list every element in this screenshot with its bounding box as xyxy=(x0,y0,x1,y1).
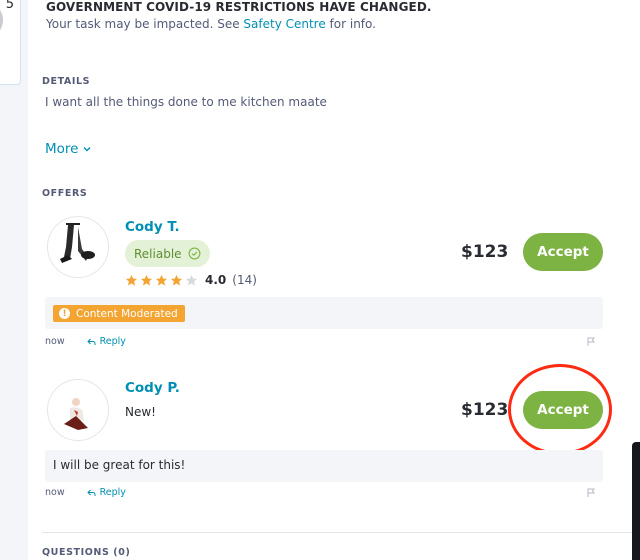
content-moderated-label: Content Moderated xyxy=(76,307,178,320)
questions-label: QUESTIONS (0) xyxy=(42,547,131,558)
covid-notice-text-after: for info. xyxy=(325,17,376,31)
chevron-down-icon xyxy=(83,147,91,152)
offers-label: OFFERS xyxy=(42,188,88,199)
offer-price: $123 xyxy=(461,242,509,262)
highlight-annotation xyxy=(508,364,612,455)
star-icon xyxy=(155,274,168,286)
new-tasker-label: New! xyxy=(125,405,156,419)
offer-comment-text: I will be great for this! xyxy=(53,458,186,472)
safety-centre-link[interactable]: Safety Centre xyxy=(243,17,325,31)
check-circle-icon xyxy=(188,247,200,260)
reply-label: Reply xyxy=(99,487,126,498)
offer-price: $123 xyxy=(461,400,509,420)
reply-button[interactable]: Reply xyxy=(86,336,126,347)
task-card-partial[interactable]: 5 xyxy=(0,0,21,85)
offer-comment: ! Content Moderated xyxy=(45,297,603,329)
star-icon xyxy=(185,274,198,286)
more-button[interactable]: More xyxy=(45,141,92,157)
avatar[interactable] xyxy=(47,379,109,441)
star-icon xyxy=(140,274,153,286)
rating: 4.0 (14) xyxy=(125,273,257,287)
divider xyxy=(42,532,640,533)
star-icon xyxy=(170,274,183,286)
star-icon xyxy=(125,274,138,286)
flag-icon[interactable] xyxy=(586,488,596,498)
offer-meta: now Reply xyxy=(45,336,126,347)
rating-count: (14) xyxy=(232,273,257,287)
reply-button[interactable]: Reply xyxy=(86,487,126,498)
task-detail-panel: GOVERNMENT COVID-19 RESTRICTIONS HAVE CH… xyxy=(28,0,640,560)
flag-icon[interactable] xyxy=(586,337,596,347)
offer-time: now xyxy=(45,487,65,498)
details-text: I want all the things done to me kitchen… xyxy=(45,95,327,109)
offer-comment: I will be great for this! xyxy=(45,450,603,482)
task-card-digit: 5 xyxy=(5,0,14,12)
details-label: DETAILS xyxy=(42,76,91,87)
reliable-badge-label: Reliable xyxy=(134,246,182,261)
accept-button[interactable]: Accept xyxy=(523,233,603,271)
reply-icon xyxy=(86,489,96,496)
avatar[interactable] xyxy=(47,216,109,278)
offer-meta: now Reply xyxy=(45,487,126,498)
task-card-avatar xyxy=(0,6,3,34)
offer-name-cody-t[interactable]: Cody T. xyxy=(125,219,180,235)
offer-time: now xyxy=(45,336,65,347)
covid-notice-title: GOVERNMENT COVID-19 RESTRICTIONS HAVE CH… xyxy=(46,0,432,14)
info-icon: ! xyxy=(59,308,70,319)
reply-label: Reply xyxy=(99,336,126,347)
rating-value: 4.0 xyxy=(205,273,227,287)
covid-notice-text: Your task may be impacted. See Safety Ce… xyxy=(46,17,376,31)
covid-notice-text-before: Your task may be impacted. See xyxy=(46,17,244,31)
scrollbar-edge[interactable] xyxy=(632,442,640,560)
rating-stars xyxy=(125,274,198,287)
offer-name-cody-p[interactable]: Cody P. xyxy=(125,380,180,396)
reply-icon xyxy=(86,338,96,345)
avatar-image xyxy=(64,398,88,430)
more-label: More xyxy=(45,141,79,157)
avatar-image xyxy=(60,223,95,263)
content-moderated-badge: ! Content Moderated xyxy=(53,305,185,322)
reliable-badge: Reliable xyxy=(125,240,210,267)
